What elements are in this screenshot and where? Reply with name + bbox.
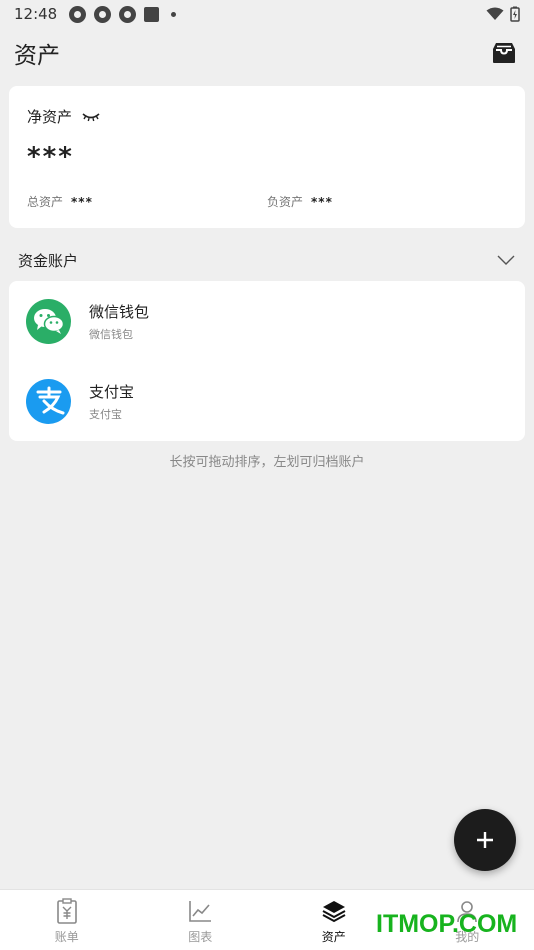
bill-icon [54, 898, 80, 924]
account-text: 支付宝 支付宝 [89, 381, 134, 422]
system-icons [486, 6, 520, 22]
debt-assets-label: 负资产 [267, 195, 304, 209]
wechat-icon [26, 298, 71, 344]
net-assets-value: *** [27, 142, 74, 172]
alipay-icon [26, 378, 71, 424]
app-header: 资产 [0, 28, 534, 78]
notification-app-icon [144, 6, 160, 22]
status-time: 12:48 [14, 5, 58, 23]
total-assets-label: 总资产 [27, 195, 64, 209]
notification-icons [69, 5, 177, 23]
debt-assets: 负资产 *** [267, 193, 333, 210]
nav-item-charts[interactable]: 图表 [134, 890, 268, 950]
total-assets: 总资产 *** [27, 193, 93, 210]
nav-label: 图表 [188, 930, 213, 944]
account-item-alipay[interactable]: 支付宝 支付宝 [9, 361, 525, 441]
eye-closed-icon [82, 112, 100, 121]
account-subtitle: 支付宝 [89, 407, 122, 421]
notification-app-icon [69, 5, 87, 23]
archive-box-icon [493, 43, 515, 63]
account-name: 支付宝 [89, 382, 135, 401]
archive-button[interactable] [488, 37, 520, 69]
page-title: 资产 [14, 43, 60, 69]
total-assets-value: *** [71, 194, 93, 209]
section-title: 资金账户 [18, 251, 79, 270]
wifi-icon [486, 7, 504, 20]
net-assets-label-row: 净资产 [27, 106, 100, 127]
fund-accounts-section-header[interactable]: 资金账户 [0, 244, 534, 276]
account-item-wechat[interactable]: 微信钱包 微信钱包 [9, 281, 525, 361]
nav-label: 资产 [321, 930, 346, 944]
watermark: ITMOP.COM [376, 910, 518, 938]
plus-icon [477, 832, 493, 848]
chart-icon [187, 898, 213, 924]
notification-app-icon [119, 5, 137, 23]
net-assets-label: 净资产 [27, 108, 73, 126]
accounts-list: 微信钱包 微信钱包 支付宝 支付宝 [9, 281, 525, 441]
net-assets-card[interactable]: 净资产 *** 总资产 *** 负资产 *** [9, 86, 525, 228]
account-name: 微信钱包 [89, 302, 150, 321]
debt-assets-value: *** [311, 194, 333, 209]
nav-item-bills[interactable]: 账单 [0, 890, 134, 950]
status-bar: 12:48 [0, 0, 534, 28]
eye-closed-toggle[interactable] [82, 108, 100, 126]
account-subtitle: 微信钱包 [89, 327, 133, 341]
nav-label: 账单 [54, 930, 79, 944]
battery-icon [510, 6, 520, 22]
notification-app-icon [94, 5, 112, 23]
layers-icon [321, 898, 347, 924]
more-notifications-icon [171, 11, 177, 17]
account-text: 微信钱包 微信钱包 [89, 301, 149, 342]
chevron-down-icon[interactable] [496, 250, 516, 270]
reorder-hint: 长按可拖动排序，左划可归档账户 [169, 455, 365, 470]
add-account-button[interactable] [454, 809, 516, 871]
